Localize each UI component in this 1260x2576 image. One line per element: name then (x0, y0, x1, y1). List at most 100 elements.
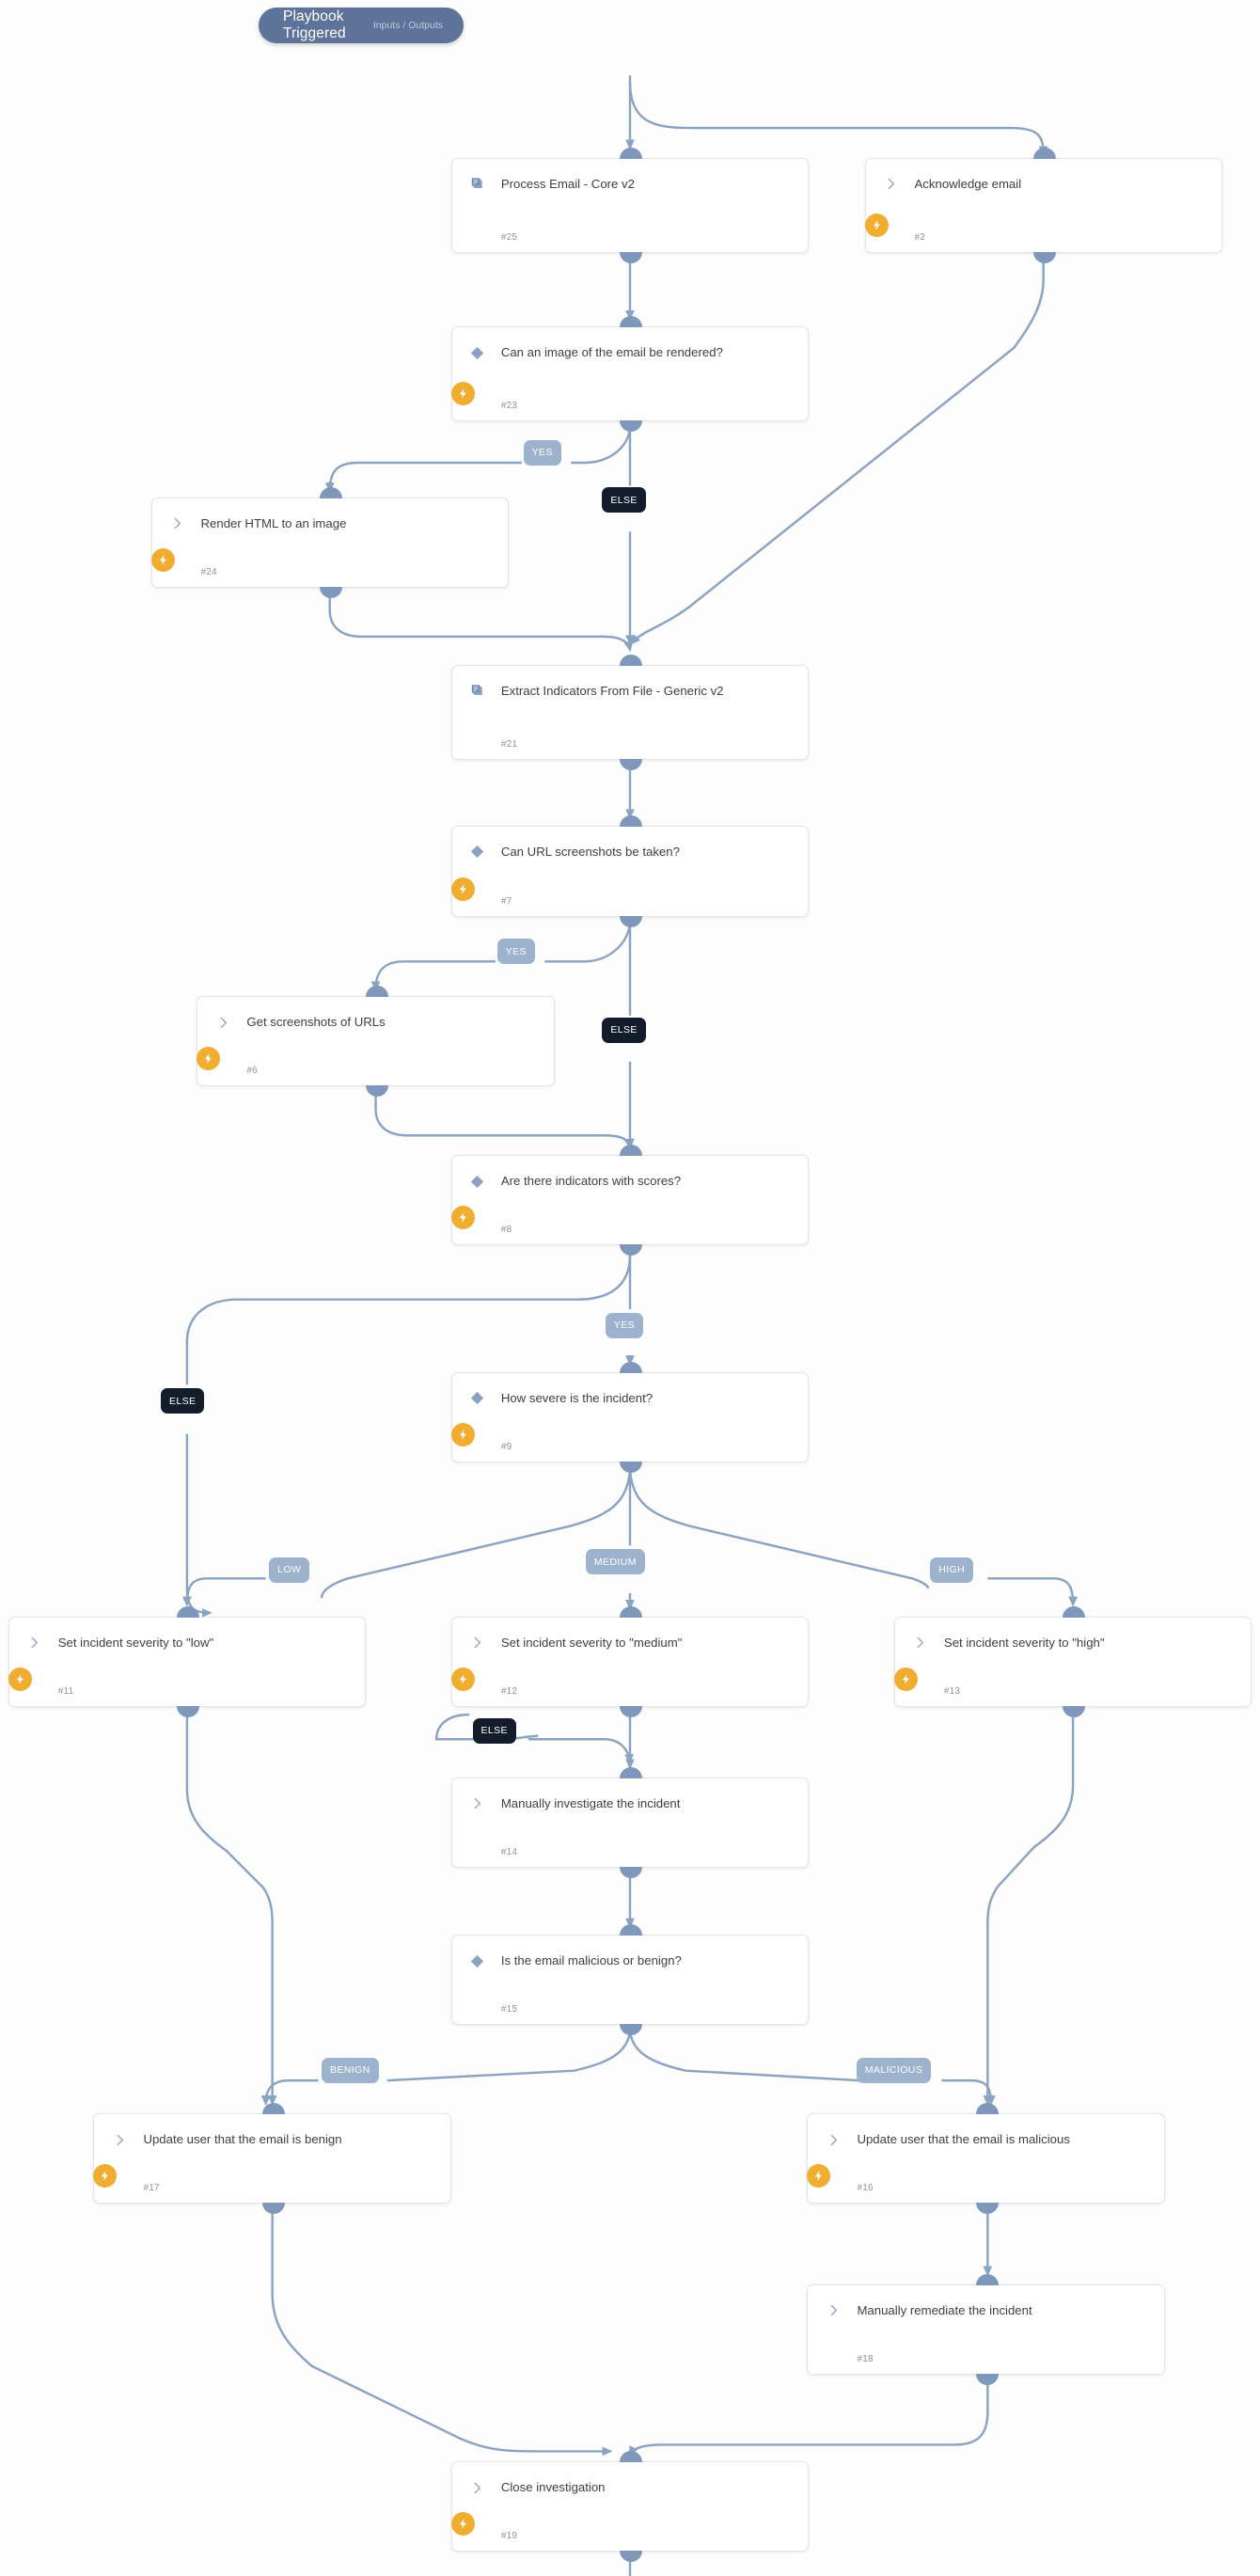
node-input-port (975, 2273, 999, 2285)
chevron-right-icon (213, 1012, 233, 1033)
branch-label[interactable]: ELSE (602, 1017, 646, 1043)
task-node[interactable]: Are there indicators with scores? #8 (450, 1145, 810, 1256)
task-node[interactable]: Update user that the email is malicious #… (807, 2103, 1165, 2215)
node-input-port (1063, 1605, 1086, 1618)
task-node[interactable]: Close investigation #19 (450, 2451, 810, 2563)
node-output-port (261, 2203, 285, 2215)
task-node[interactable]: Get screenshots of URLs #6 (197, 986, 555, 1098)
node-input-port (619, 2451, 642, 2463)
task-node-id: #6 (246, 1066, 258, 1077)
node-input-port (1032, 147, 1056, 159)
node-output-port (176, 1705, 199, 1717)
automated-task-badge (450, 2512, 475, 2536)
task-node[interactable]: Can an image of the email be rendered? #2… (450, 316, 810, 433)
task-node[interactable]: Set incident severity to "medium" #12 (450, 1605, 810, 1717)
task-node[interactable]: Manually investigate the incident #14 (450, 1766, 810, 1878)
node-output-port (619, 2024, 642, 2036)
node-output-port (619, 1461, 642, 1473)
task-node-title: Can an image of the email be rendered? (500, 345, 723, 360)
node-input-port (619, 316, 642, 328)
task-node-title: Can URL screenshots be taken? (500, 844, 680, 859)
task-node-id: #7 (500, 896, 512, 908)
task-node[interactable]: Acknowledge email #2 (864, 147, 1222, 263)
node-output-port (619, 1244, 642, 1256)
playbook-book-icon (467, 681, 488, 702)
task-node-title: Extract Indicators From File - Generic v… (500, 683, 724, 698)
node-output-port (619, 2551, 642, 2563)
automated-task-badge (450, 1422, 475, 1446)
node-output-port (975, 2203, 999, 2215)
playbook-book-icon (467, 174, 488, 195)
node-input-port (619, 1605, 642, 1618)
automated-task-badge (8, 1667, 32, 1691)
automated-task-badge (450, 1206, 475, 1230)
task-node[interactable]: Process Email - Core v2 #25 (450, 147, 810, 263)
task-node-title: Manually investigate the incident (500, 1795, 681, 1810)
branch-label[interactable]: YES (496, 939, 535, 965)
task-node[interactable]: Render HTML to an image #24 (150, 486, 509, 598)
branch-label[interactable]: ELSE (602, 487, 646, 514)
task-node[interactable]: How severe is the incident? #9 (450, 1361, 810, 1473)
automated-task-badge (450, 1667, 475, 1691)
automated-task-badge (93, 2164, 118, 2189)
chevron-right-icon (823, 2129, 843, 2150)
task-node-title: Render HTML to an image (200, 515, 347, 530)
task-node-id: #16 (857, 2183, 874, 2194)
task-node-title: Acknowledge email (914, 176, 1022, 191)
node-input-port (619, 147, 642, 159)
task-node-title: Are there indicators with scores? (500, 1174, 682, 1189)
task-node[interactable]: Is the email malicious or benign? #15 (450, 1924, 810, 2036)
trigger-title: Playbook Triggered (283, 8, 346, 41)
task-node[interactable]: Manually remediate the incident #18 (807, 2273, 1165, 2385)
node-output-port (1063, 1705, 1086, 1717)
node-output-port (1032, 251, 1056, 263)
chevron-right-icon (881, 174, 902, 195)
playbook-trigger-node[interactable]: Playbook Triggered Inputs / Outputs (259, 8, 464, 43)
task-node-title: Process Email - Core v2 (500, 176, 635, 191)
task-node-title: Get screenshots of URLs (246, 1015, 386, 1030)
node-output-port (365, 1085, 388, 1098)
branch-label[interactable]: ELSE (160, 1388, 205, 1414)
diamond-icon (467, 842, 488, 862)
node-input-port (619, 1145, 642, 1157)
branch-label[interactable]: BENIGN (321, 2057, 379, 2083)
task-node[interactable]: Extract Indicators From File - Generic v… (450, 654, 810, 770)
branch-label[interactable]: MEDIUM (585, 1549, 645, 1575)
automated-task-badge (197, 1047, 221, 1071)
chevron-right-icon (467, 1794, 488, 1814)
task-node-title: Update user that the email is benign (143, 2132, 342, 2147)
node-input-port (365, 986, 388, 998)
task-node-title: Set incident severity to "high" (943, 1635, 1105, 1650)
node-output-port (619, 1705, 642, 1717)
automated-task-badge (893, 1667, 918, 1691)
diamond-icon (467, 1388, 488, 1409)
branch-label[interactable]: YES (523, 439, 561, 466)
branch-label[interactable]: HIGH (930, 1557, 974, 1583)
node-input-port (619, 654, 642, 666)
task-node-id: #12 (500, 1685, 518, 1697)
node-input-port (319, 486, 342, 498)
chevron-right-icon (109, 2129, 130, 2150)
task-node[interactable]: Set incident severity to "high" #13 (893, 1605, 1252, 1717)
node-input-port (176, 1605, 199, 1618)
node-output-port (619, 916, 642, 928)
task-node-id: #15 (500, 2004, 518, 2015)
task-node-id: #25 (500, 231, 518, 243)
chevron-right-icon (24, 1633, 45, 1653)
node-output-port (619, 1866, 642, 1878)
task-node-title: Manually remediate the incident (857, 2302, 1032, 2317)
branch-label[interactable]: LOW (269, 1557, 310, 1583)
branch-label[interactable]: YES (605, 1312, 644, 1338)
branch-label[interactable]: ELSE (472, 1717, 516, 1744)
task-node[interactable]: Can URL screenshots be taken? #7 (450, 814, 810, 928)
node-output-port (619, 251, 642, 263)
task-node-id: #13 (943, 1685, 961, 1697)
branch-label[interactable]: MALICIOUS (856, 2057, 932, 2083)
task-node[interactable]: Set incident severity to "low" #11 (8, 1605, 367, 1717)
node-output-port (619, 758, 642, 770)
task-node[interactable]: Update user that the email is benign #17 (93, 2103, 451, 2215)
task-node-id: #24 (200, 566, 217, 577)
diamond-icon (467, 1951, 488, 1971)
inputs-outputs-link[interactable]: Inputs / Outputs (373, 20, 443, 31)
task-node-id: #23 (500, 401, 518, 412)
